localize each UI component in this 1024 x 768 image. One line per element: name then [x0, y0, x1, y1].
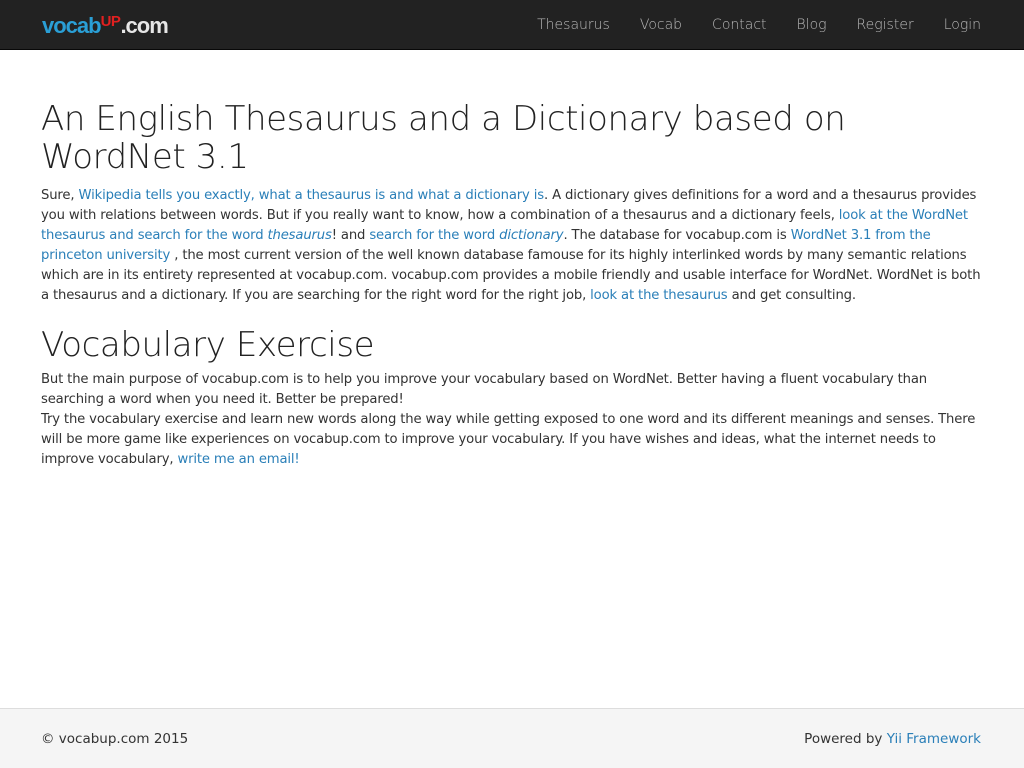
- powered-by-text: Powered by: [804, 731, 887, 747]
- intro-text-3: ! and: [331, 228, 370, 243]
- brand-logo-part-1: vocab: [42, 13, 102, 38]
- look-at-thesaurus-link[interactable]: look at the thesaurus: [590, 288, 728, 303]
- nav-thesaurus[interactable]: Thesaurus: [522, 0, 625, 50]
- brand-logo-part-2: UP: [100, 13, 121, 30]
- main-content: An English Thesaurus and a Dictionary ba…: [41, 100, 983, 470]
- dictionary-search-link-text: search for the word: [369, 228, 500, 243]
- intro-text-4: . The database for vocabup.com is: [563, 228, 791, 243]
- nav-blog[interactable]: Blog: [782, 0, 842, 50]
- intro-paragraph: Sure, Wikipedia tells you exactly, what …: [41, 186, 983, 306]
- nav-vocab[interactable]: Vocab: [625, 0, 697, 50]
- brand-logo-part-3: .com: [120, 13, 168, 38]
- exercise-paragraph-2: Try the vocabulary exercise and learn ne…: [41, 410, 983, 470]
- dictionary-search-link-word: dictionary: [499, 228, 564, 243]
- main-nav: Thesaurus Vocab Contact Blog Register Lo…: [522, 0, 996, 50]
- page-title: An English Thesaurus and a Dictionary ba…: [41, 99, 846, 177]
- footer-powered-by: Powered by Yii Framework: [804, 731, 981, 747]
- intro-text-1: Sure,: [41, 188, 79, 203]
- section-title-vocabulary-exercise: Vocabulary Exercise: [41, 325, 375, 365]
- nav-login[interactable]: Login: [929, 0, 996, 50]
- footer-copyright: © vocabup.com 2015: [41, 731, 189, 747]
- top-navbar: vocab UP .com Thesaurus Vocab Contact Blog…: [0, 0, 1024, 50]
- thesaurus-search-link-word: thesaurus: [267, 228, 332, 243]
- nav-register[interactable]: Register: [842, 0, 929, 50]
- exercise-paragraph-1: But the main purpose of vocabup.com is t…: [41, 372, 927, 407]
- wikipedia-link[interactable]: Wikipedia tells you exactly, what a thes…: [78, 188, 544, 203]
- intro-text-6: and get consulting.: [727, 288, 856, 303]
- footer: © vocabup.com 2015 Powered by Yii Framew…: [0, 708, 1024, 768]
- brand-logo[interactable]: vocab UP .com: [42, 11, 169, 39]
- nav-contact[interactable]: Contact: [697, 0, 781, 50]
- dictionary-search-link[interactable]: search for the word dictionary: [369, 228, 563, 243]
- yii-framework-link[interactable]: Yii Framework: [887, 731, 981, 747]
- email-link[interactable]: write me an email!: [177, 452, 299, 467]
